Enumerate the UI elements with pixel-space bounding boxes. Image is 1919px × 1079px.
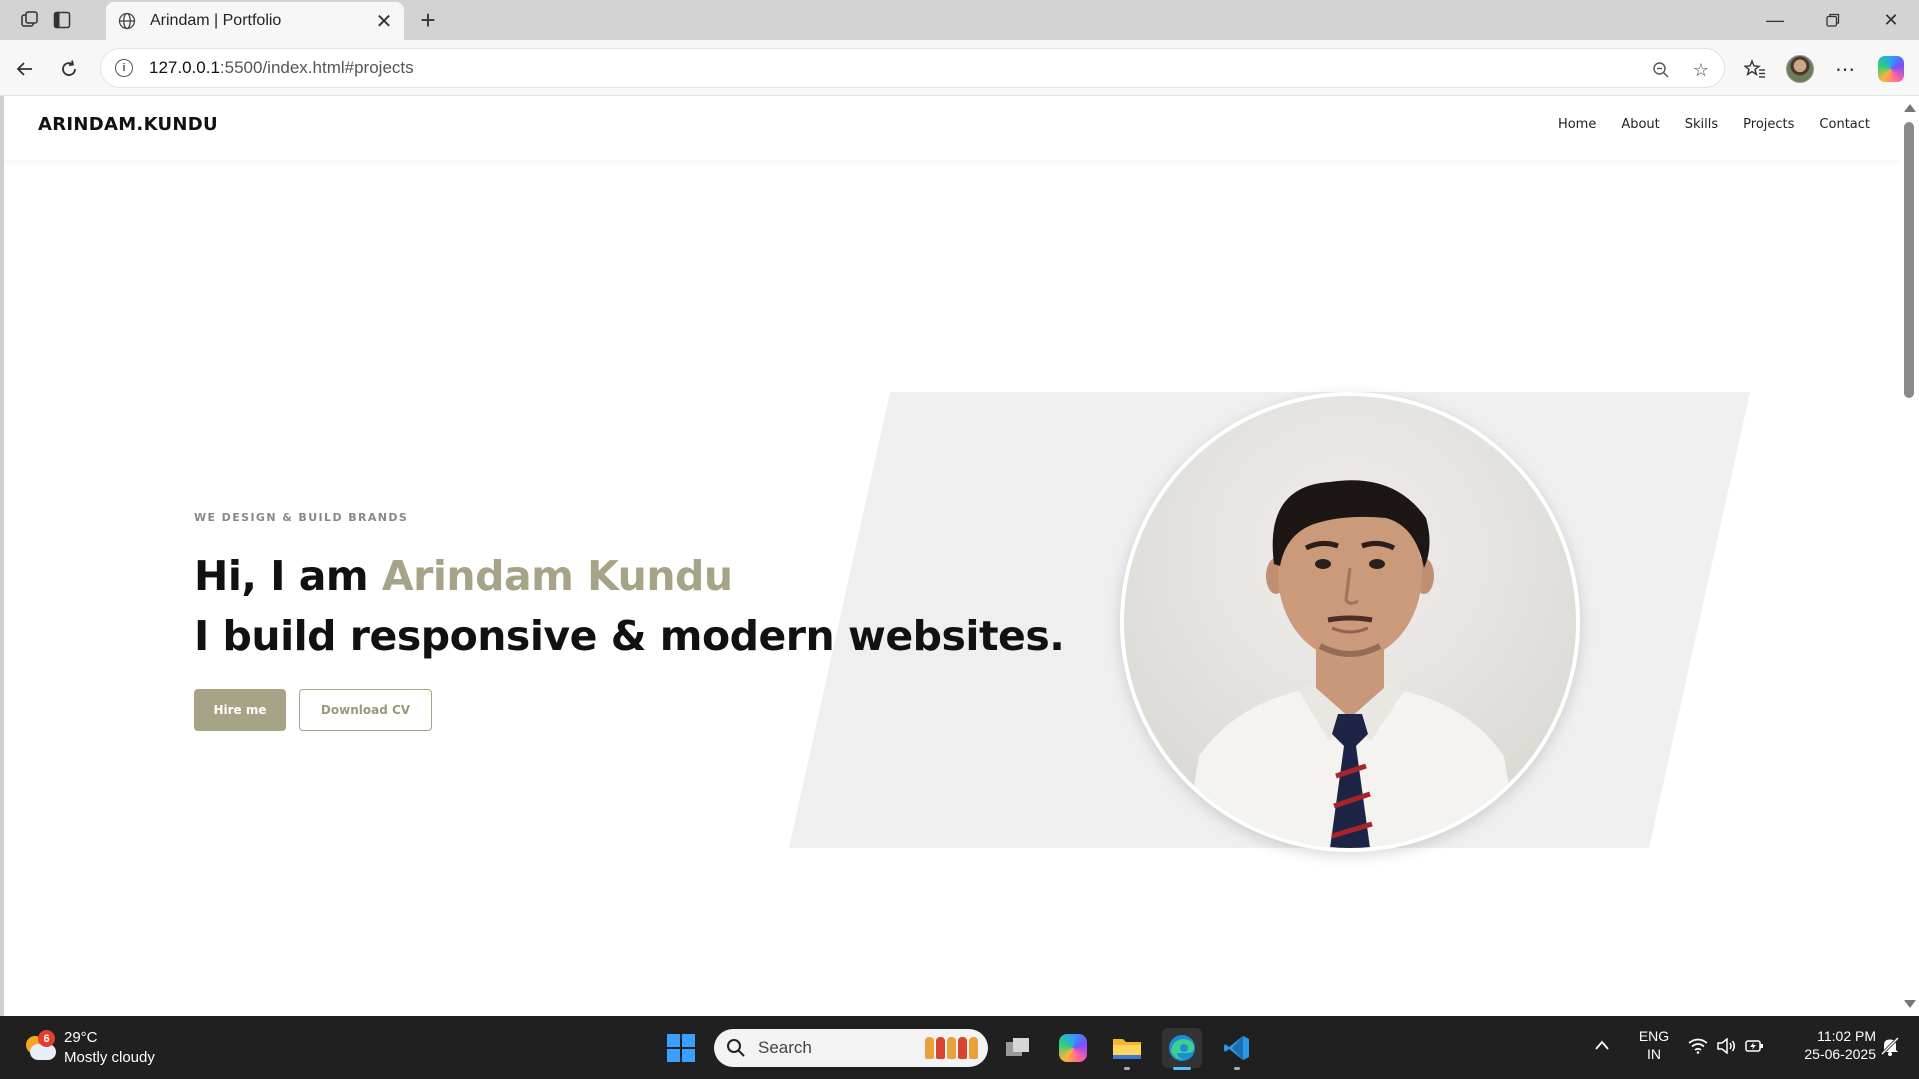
restore-icon[interactable]	[1810, 6, 1856, 34]
more-menu-icon[interactable]: ⋯	[1828, 52, 1862, 86]
weather-temp: 29°C	[64, 1029, 98, 1046]
notification-bell-icon[interactable]	[1879, 1035, 1901, 1061]
nav-projects[interactable]: Projects	[1743, 117, 1794, 132]
weather-widget[interactable]: 6 29°C Mostly cloudy	[22, 1028, 155, 1068]
hero-greeting: Hi, I am	[194, 552, 382, 600]
globe-icon	[116, 10, 138, 32]
search-placeholder: Search	[758, 1038, 812, 1057]
weather-cloud-icon: 6	[22, 1030, 56, 1062]
hire-me-button[interactable]: Hire me	[194, 689, 286, 731]
hero-tagline: I build responsive & modern websites.	[194, 612, 1065, 660]
zoom-out-icon[interactable]	[1646, 57, 1676, 83]
task-view-icon[interactable]	[998, 1028, 1038, 1068]
favorite-star-icon[interactable]: ☆	[1686, 57, 1716, 83]
address-bar[interactable]: i 127.0.0.1:5500/index.html#projects ☆	[100, 48, 1725, 88]
clock[interactable]: 11:02 PM 25-06-2025	[1782, 1027, 1876, 1063]
workspaces-icon[interactable]	[16, 8, 44, 32]
show-hidden-icons-icon[interactable]	[1594, 1038, 1610, 1056]
volume-icon[interactable]	[1716, 1037, 1736, 1059]
start-button[interactable]	[661, 1028, 701, 1068]
profile-photo	[1120, 392, 1580, 852]
nav-home[interactable]: Home	[1558, 117, 1596, 132]
vertical-tabs-icon[interactable]	[48, 8, 76, 32]
windows-logo-icon	[667, 1034, 695, 1062]
url-text: 127.0.0.1:5500/index.html#projects	[149, 58, 414, 77]
profile-avatar[interactable]	[1783, 52, 1817, 86]
weather-desc: Mostly cloudy	[64, 1049, 155, 1066]
battery-charging-icon[interactable]	[1745, 1038, 1765, 1059]
nav-about[interactable]: About	[1621, 117, 1659, 132]
new-tab-button[interactable]: +	[414, 6, 442, 34]
search-highlight-icon	[925, 1037, 978, 1059]
favorites-icon[interactable]	[1738, 52, 1772, 86]
weather-badge: 6	[38, 1030, 55, 1047]
page-viewport: ARINDAM.KUNDU Home About Skills Projects…	[4, 96, 1900, 1016]
taskbar: 6 29°C Mostly cloudy Search ENG IN 11:02…	[0, 1016, 1919, 1079]
minimize-icon[interactable]: —	[1752, 6, 1798, 34]
vscode-icon[interactable]	[1217, 1028, 1257, 1070]
refresh-icon[interactable]	[54, 54, 84, 84]
tab-portfolio[interactable]: Arindam | Portfolio ✕	[106, 2, 404, 40]
edge-browser-icon[interactable]	[1162, 1028, 1202, 1070]
back-icon[interactable]	[10, 54, 40, 84]
page-scrollbar[interactable]	[1900, 96, 1919, 1016]
hero-headline: Hi, I am Arindam Kundu I build responsiv…	[194, 546, 1065, 666]
language-indicator[interactable]: ENG IN	[1634, 1027, 1674, 1063]
site-logo[interactable]: ARINDAM.KUNDU	[38, 114, 218, 135]
window-close-icon[interactable]: ✕	[1868, 6, 1914, 34]
nav-contact[interactable]: Contact	[1819, 117, 1870, 132]
tab-title: Arindam | Portfolio	[150, 12, 282, 29]
download-cv-button[interactable]: Download CV	[299, 689, 432, 731]
hero-name: Arindam Kundu	[381, 552, 733, 600]
address-toolbar: i 127.0.0.1:5500/index.html#projects ☆ ⋯	[0, 40, 1919, 96]
scroll-up-icon[interactable]	[1904, 104, 1916, 112]
scroll-down-icon[interactable]	[1904, 1000, 1916, 1008]
file-explorer-icon[interactable]	[1107, 1028, 1147, 1070]
search-icon	[727, 1039, 745, 1057]
scroll-thumb[interactable]	[1904, 122, 1914, 398]
copilot-icon[interactable]	[1874, 52, 1908, 86]
taskbar-search[interactable]: Search	[714, 1029, 988, 1067]
site-nav: Home About Skills Projects Contact	[1558, 117, 1870, 132]
site-header: ARINDAM.KUNDU Home About Skills Projects…	[4, 96, 1900, 160]
copilot-app-icon[interactable]	[1053, 1028, 1093, 1068]
hero-eyebrow: WE DESIGN & BUILD BRANDS	[194, 511, 409, 524]
browser-tab-bar: Arindam | Portfolio ✕ + — ✕	[0, 0, 1919, 40]
site-info-icon[interactable]: i	[115, 59, 133, 77]
tab-close-icon[interactable]: ✕	[374, 9, 394, 34]
wifi-icon[interactable]	[1688, 1038, 1708, 1059]
nav-skills[interactable]: Skills	[1685, 117, 1718, 132]
